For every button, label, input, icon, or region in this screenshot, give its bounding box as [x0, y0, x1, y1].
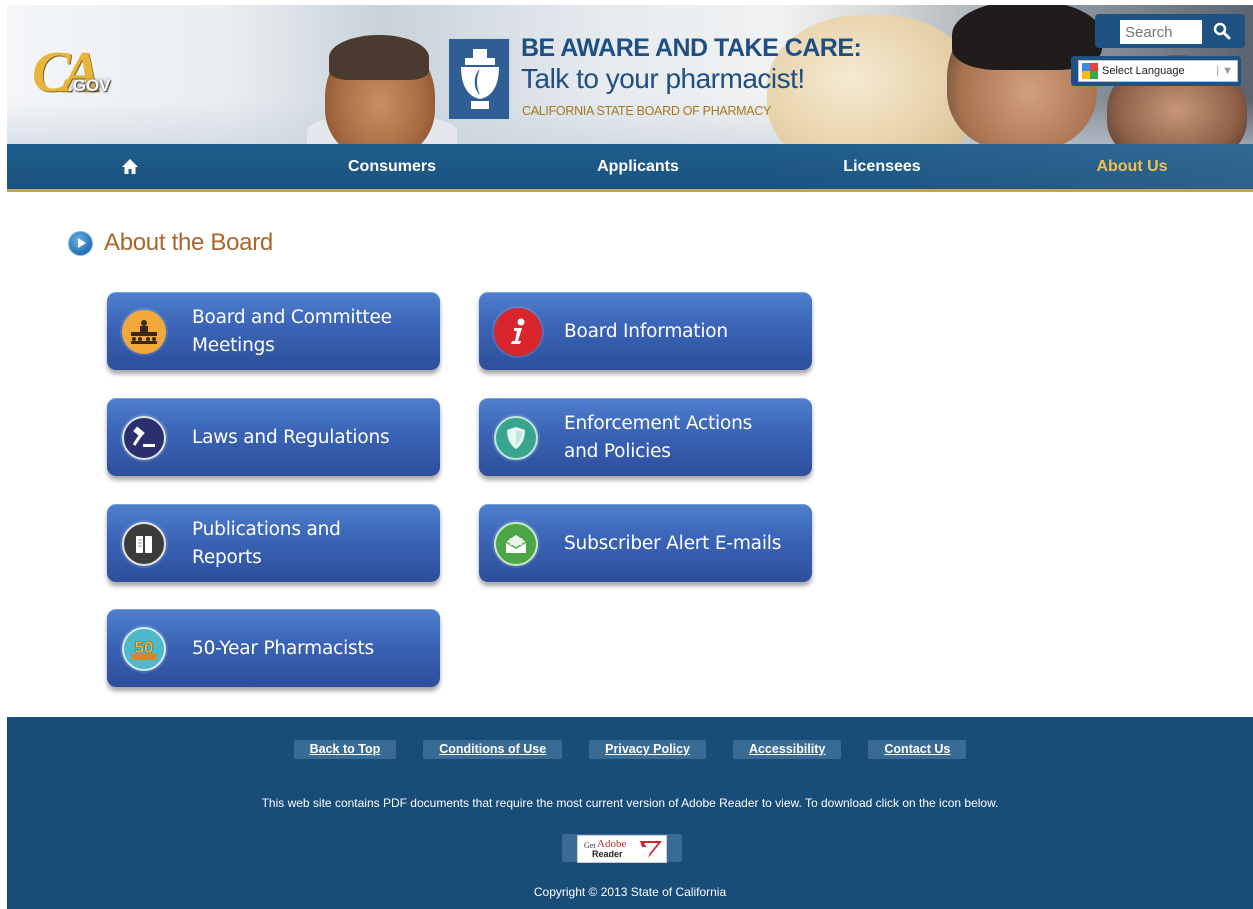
language-select[interactable]: Select Language | ▼ [1078, 60, 1238, 82]
footer-link-contact-us[interactable]: Contact Us [868, 740, 967, 759]
tile-50-year-pharmacists[interactable]: 50 50-Year Pharmacists [107, 609, 440, 687]
tile-board-committee-meetings[interactable]: Board and Committee Meetings [107, 292, 440, 370]
google-translate-icon [1082, 63, 1098, 79]
footer-link-accessibility[interactable]: Accessibility [732, 740, 842, 759]
nav-home[interactable] [115, 144, 145, 189]
tile-label: Subscriber Alert E-mails [564, 532, 782, 554]
tile-board-information[interactable]: Board Information [479, 292, 812, 370]
language-label: Select Language [1102, 65, 1185, 77]
campaign-title: BE AWARE AND TAKE CARE: [521, 34, 862, 62]
adobe-reader-text: Reader [592, 849, 623, 859]
ca-gov-logo[interactable]: CA .GOV [32, 38, 132, 108]
shield-icon [494, 415, 538, 460]
gavel-icon [122, 415, 166, 460]
tile-label: Board Information [564, 320, 728, 342]
tile-label: 50-Year Pharmacists [192, 637, 374, 659]
book-icon [122, 521, 166, 566]
page-heading: About the Board [68, 229, 273, 257]
info-icon [494, 307, 542, 356]
main-nav: Consumers Applicants Licensees About Us [7, 144, 1253, 192]
tile-subscriber-alert-emails[interactable]: Subscriber Alert E-mails [479, 504, 812, 582]
tile-laws-regulations[interactable]: Laws and Regulations [107, 398, 440, 476]
tile-label: Laws and Regulations [192, 426, 390, 448]
fifty-years-icon: 50 [122, 626, 166, 671]
home-icon [122, 159, 138, 174]
search-input[interactable] [1120, 20, 1202, 44]
meeting-icon [122, 309, 166, 354]
tile-label: Enforcement Actions and Policies [564, 412, 753, 462]
tile-publications-reports[interactable]: Publications and Reports [107, 504, 440, 582]
mortar-pestle-icon [447, 37, 511, 121]
footer-link-conditions-of-use[interactable]: Conditions of Use [423, 740, 563, 759]
tile-label: Board and Committee Meetings [192, 306, 392, 356]
adobe-reader-icon [640, 841, 662, 858]
language-dropdown-arrow: | ▼ [1216, 65, 1233, 77]
footer-pdf-note: This web site contains PDF documents tha… [261, 796, 999, 810]
footer-link-privacy-policy[interactable]: Privacy Policy [589, 740, 706, 759]
nav-licensees[interactable]: Licensees [807, 144, 957, 189]
campaign-subtitle: Talk to your pharmacist! [521, 63, 805, 94]
play-arrow-icon [68, 230, 93, 256]
copyright: Copyright © 2013 State of California [533, 885, 727, 899]
campaign-organization: CALIFORNIA STATE BOARD OF PHARMACY [522, 104, 772, 118]
nav-consumers[interactable]: Consumers [317, 144, 467, 189]
footer: Back to Top Conditions of Use Privacy Po… [7, 717, 1253, 909]
tile-label: Publications and Reports [192, 518, 341, 568]
nav-about-us[interactable]: About Us [1057, 144, 1207, 189]
footer-link-back-to-top[interactable]: Back to Top [293, 740, 397, 759]
logo-gov-text: .GOV [68, 76, 111, 95]
tile-enforcement-actions[interactable]: Enforcement Actions and Policies [479, 398, 812, 476]
search-icon [1213, 22, 1231, 40]
page-title: About the Board [104, 229, 273, 256]
get-adobe-reader-button[interactable]: Get Adobe Reader [577, 835, 667, 863]
footer-links: Back to Top Conditions of Use Privacy Po… [7, 740, 1253, 759]
email-icon [494, 521, 538, 566]
banner-pharmacist-hair [329, 35, 429, 80]
search-button[interactable] [1205, 17, 1239, 45]
nav-applicants[interactable]: Applicants [563, 144, 713, 189]
